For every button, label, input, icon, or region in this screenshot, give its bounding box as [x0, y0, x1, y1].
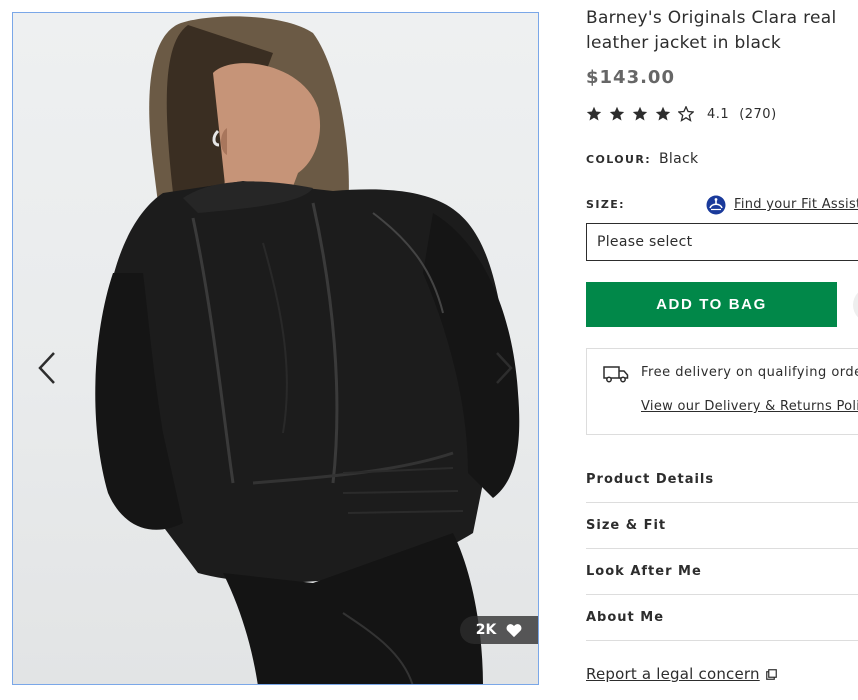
- external-link-icon: [765, 668, 777, 680]
- delivery-text: Free delivery on qualifying orders.: [641, 365, 858, 380]
- next-image-button[interactable]: [484, 338, 524, 398]
- accordion-about-me[interactable]: About Me: [586, 595, 858, 641]
- fit-assistant-icon[interactable]: [706, 195, 726, 215]
- product-price: $143.00: [586, 67, 675, 88]
- delivery-returns-link[interactable]: View our Delivery & Returns Policy: [641, 399, 858, 414]
- rating-value: 4.1: [707, 106, 730, 122]
- accordion-label: About Me: [586, 610, 665, 625]
- accordion-label: Size & Fit: [586, 518, 667, 533]
- star-filled-icon: [655, 106, 671, 121]
- chevron-left-icon: [38, 352, 55, 384]
- likes-count: 2K: [475, 622, 497, 638]
- fit-assistant-link[interactable]: Find your Fit Assistant: [734, 197, 858, 212]
- colour-label: COLOUR:: [586, 153, 651, 166]
- legal-concern-row[interactable]: Report a legal concern: [586, 665, 777, 683]
- report-legal-concern-link[interactable]: Report a legal concern: [586, 665, 760, 683]
- accordion-label: Look After Me: [586, 564, 702, 579]
- size-select[interactable]: Please select: [586, 223, 858, 261]
- product-rating[interactable]: 4.1 (270): [586, 106, 777, 122]
- delivery-info-box: Free delivery on qualifying orders. View…: [586, 348, 858, 435]
- size-label: SIZE:: [586, 198, 625, 211]
- save-for-later-button[interactable]: [853, 287, 858, 323]
- product-image-gallery[interactable]: 2K: [12, 12, 539, 685]
- star-filled-icon: [632, 106, 648, 121]
- accordion-label: Product Details: [586, 472, 715, 487]
- chevron-right-icon: [496, 352, 513, 384]
- colour-value: Black: [659, 151, 699, 167]
- add-to-bag-button[interactable]: ADD TO BAG: [586, 282, 837, 327]
- previous-image-button[interactable]: [27, 338, 67, 398]
- product-accordion: Product Details Size & Fit Look After Me…: [586, 457, 858, 641]
- accordion-size-fit[interactable]: Size & Fit: [586, 503, 858, 549]
- product-photo: [95, 16, 520, 684]
- star-rating: [586, 106, 701, 122]
- accordion-product-details[interactable]: Product Details: [586, 457, 858, 503]
- truck-icon: [603, 366, 629, 383]
- star-filled-icon: [609, 106, 625, 121]
- heart-icon: [506, 623, 522, 637]
- colour-row: COLOUR: Black: [586, 151, 698, 167]
- size-row: SIZE: Find your Fit Assistant: [586, 195, 858, 215]
- star-outline-icon: [678, 106, 694, 122]
- product-title: Barney's Originals Clara real leather ja…: [586, 8, 837, 53]
- accordion-look-after-me[interactable]: Look After Me: [586, 549, 858, 595]
- save-for-later-badge[interactable]: 2K: [460, 616, 538, 644]
- star-filled-icon: [586, 106, 602, 121]
- rating-count: (270): [739, 106, 777, 122]
